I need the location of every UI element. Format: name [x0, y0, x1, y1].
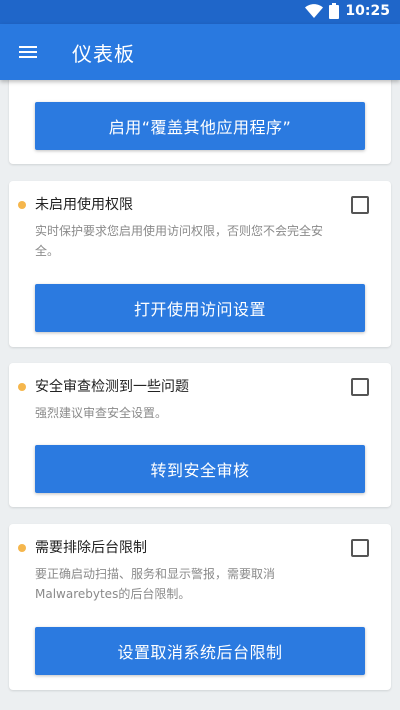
menu-icon[interactable]	[16, 40, 40, 64]
battery-icon	[329, 3, 340, 19]
card-header: 未启用使用权限	[9, 195, 391, 215]
card-title: 安全审查检测到一些问题	[35, 379, 189, 395]
card-overlay-permission: 启用“覆盖其他应用程序”	[9, 80, 391, 164]
card-header: 安全审查检测到一些问题	[9, 377, 391, 397]
card-description: 要正确启动扫描、服务和显示警报，需要取消Malwarebytes的后台限制。	[35, 567, 276, 601]
wifi-icon	[305, 4, 324, 18]
status-bar: 10:25	[0, 0, 400, 24]
warning-dot-icon	[18, 383, 26, 391]
card-description: 强烈建议审查安全设置。	[35, 406, 168, 420]
usage-access-checkbox[interactable]	[351, 196, 369, 214]
status-time: 10:25	[345, 3, 390, 19]
card-title: 需要排除后台限制	[35, 540, 147, 556]
security-review-checkbox[interactable]	[351, 378, 369, 396]
enable-overlay-button[interactable]: 启用“覆盖其他应用程序”	[35, 102, 365, 150]
status-icons: 10:25	[305, 3, 390, 19]
open-usage-access-settings-button[interactable]: 打开使用访问设置	[35, 284, 365, 332]
card-title: 未启用使用权限	[35, 197, 133, 213]
warning-dot-icon	[18, 544, 26, 552]
card-usage-access: 未启用使用权限 实时保护要求您启用使用访问权限，否则您不会完全安全。 打开使用访…	[9, 181, 391, 347]
go-to-security-audit-button[interactable]: 转到安全审核	[35, 445, 365, 493]
background-restriction-checkbox[interactable]	[351, 539, 369, 557]
app-bar: 仪表板	[0, 24, 400, 80]
card-description: 实时保护要求您启用使用访问权限，否则您不会完全安全。	[35, 224, 324, 258]
dashboard-content[interactable]: 启用“覆盖其他应用程序” 未启用使用权限 实时保护要求您启用使用访问权限，否则您…	[0, 80, 400, 710]
card-background-restriction: 需要排除后台限制 要正确启动扫描、服务和显示警报，需要取消Malwarebyte…	[9, 524, 391, 690]
warning-dot-icon	[18, 201, 26, 209]
card-security-review: 安全审查检测到一些问题 强烈建议审查安全设置。 转到安全审核	[9, 363, 391, 507]
remove-background-restriction-button[interactable]: 设置取消系统后台限制	[35, 627, 365, 675]
card-header: 需要排除后台限制	[9, 538, 391, 558]
page-title: 仪表板	[72, 42, 135, 66]
